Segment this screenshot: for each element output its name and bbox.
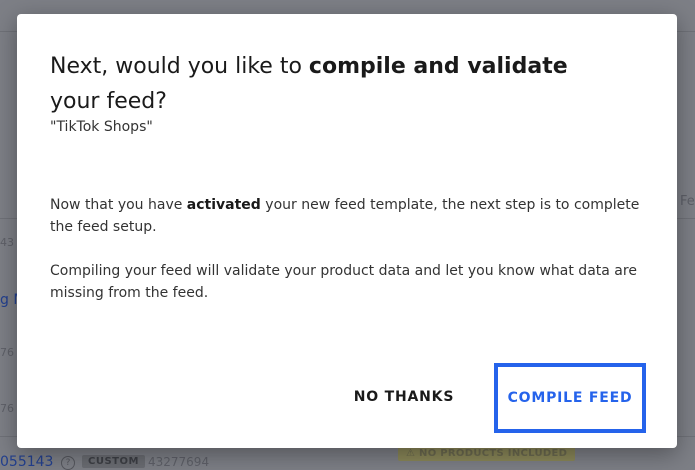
no-thanks-button[interactable]: NO THANKS (342, 379, 466, 415)
background-custom-badge: CUSTOM (82, 455, 145, 468)
dialog-title-suffix: your feed? (50, 89, 167, 114)
background-id: 76 (0, 402, 14, 415)
dialog-title-prefix: Next, would you like to (50, 54, 309, 79)
background-id: 43 (0, 236, 14, 249)
warning-icon: ⚠ (406, 448, 420, 459)
background-column-header: Fe (680, 194, 695, 209)
dialog-paragraph-compiling: Compiling your feed will validate your p… (50, 263, 637, 301)
dialog-title-emphasis: compile and validate (308, 54, 568, 79)
paragraph-prefix: Now that you have (50, 197, 187, 213)
compile-feed-button[interactable]: COMPILE FEED (494, 363, 646, 433)
dialog-paragraph-activated: Now that you have activated your new fee… (50, 194, 650, 238)
feed-name: "TikTok Shops" (50, 119, 153, 135)
dialog-title: Next, would you like to compile and vali… (50, 49, 610, 119)
background-row-link: 055143 (0, 454, 54, 470)
paragraph-emphasis: activated (186, 197, 261, 213)
compile-feed-dialog: Next, would you like to compile and vali… (17, 14, 677, 448)
background-id: 76 (0, 346, 14, 359)
help-icon: ? (61, 456, 75, 470)
background-row-id: 43277694 (148, 455, 210, 469)
warning-badge-label: NO PRODUCTS INCLUDED (419, 448, 568, 459)
background-warning-badge: ⚠ NO PRODUCTS INCLUDED (398, 446, 576, 461)
